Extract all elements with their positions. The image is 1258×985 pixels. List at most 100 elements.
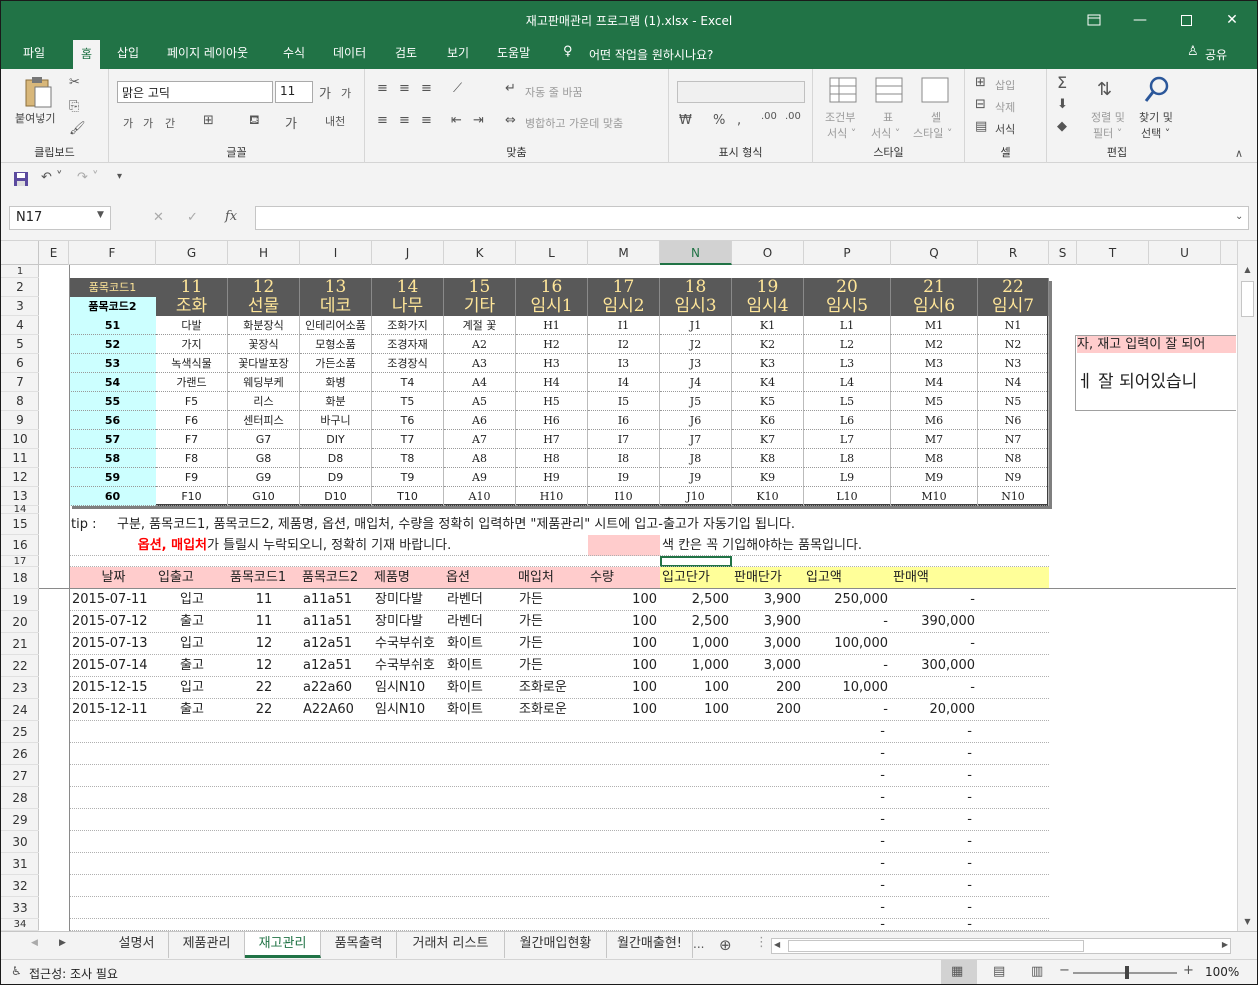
row-header-20[interactable]: 20 <box>1 611 39 633</box>
paste-icon[interactable] <box>23 75 53 113</box>
phonetic-icon[interactable]: 내천 <box>325 113 345 129</box>
delete-cells-label[interactable]: 삭제 <box>995 99 1015 115</box>
insert-cells-label[interactable]: 삽입 <box>995 77 1015 93</box>
column-header-N[interactable]: N <box>660 241 732 265</box>
underline-icon[interactable]: 간 <box>165 115 175 131</box>
tab-7[interactable]: 보기 <box>439 39 477 69</box>
format-cells-icon[interactable]: ▤ <box>975 119 987 134</box>
column-header-F[interactable]: F <box>69 241 156 265</box>
sheet-tab-1[interactable]: 제품관리 <box>169 932 245 958</box>
cell-styles-icon[interactable] <box>921 77 949 107</box>
increase-decimal-icon[interactable]: .00 <box>761 111 777 122</box>
person-icon[interactable]: ♙ <box>1187 44 1199 59</box>
hscroll-right-icon[interactable]: ▶ <box>1222 940 1228 949</box>
autosum-icon[interactable]: Σ <box>1057 73 1067 92</box>
border-icon[interactable]: ⊞ <box>203 113 214 128</box>
sheet-tab-2[interactable]: 재고관리 <box>245 932 321 958</box>
row-header-21[interactable]: 21 <box>1 633 39 655</box>
find-select-label-1[interactable]: 찾기 및 <box>1139 109 1173 125</box>
cut-icon[interactable]: ✂ <box>69 75 80 90</box>
sheet-tab-6[interactable]: 월간매출현! <box>607 932 693 958</box>
ribbon-display-icon[interactable] <box>1071 1 1117 39</box>
vertical-scrollbar[interactable]: ▲ ▼ <box>1237 241 1257 931</box>
minimize-icon[interactable]: — <box>1117 1 1163 39</box>
tab-3[interactable]: 페이지 레이아웃 <box>159 39 256 69</box>
row-header-27[interactable]: 27 <box>1 765 39 787</box>
align-center-icon[interactable]: ≡ <box>399 113 410 128</box>
align-left-icon[interactable]: ≡ <box>377 113 388 128</box>
conditional-format-label-1[interactable]: 조건부 <box>825 109 855 125</box>
merge-center-label[interactable]: 병합하고 가운데 맞춤 <box>525 115 623 131</box>
column-header-I[interactable]: I <box>300 241 372 265</box>
align-bottom-icon[interactable]: ≡ <box>421 81 432 96</box>
column-header-J[interactable]: J <box>372 241 444 265</box>
grow-font-icon[interactable]: 가 <box>319 83 331 102</box>
cancel-entry-icon[interactable]: ✕ <box>153 210 164 225</box>
share-button[interactable]: 공유 <box>1205 46 1227 63</box>
row-header-9[interactable]: 9 <box>1 411 39 430</box>
formula-input[interactable] <box>255 206 1249 230</box>
worksheet-grid[interactable]: 품목코드1 품목코드2 11 12 13 14 15 16 17 18 19 20 21 22 조화 선물 데코… <box>39 265 1236 931</box>
wrap-text-label[interactable]: 자동 줄 바꿈 <box>525 84 583 100</box>
cell-styles-label-1[interactable]: 셀 <box>931 109 941 125</box>
find-select-icon[interactable] <box>1143 75 1171 109</box>
tab-4[interactable]: 수식 <box>275 39 313 69</box>
increase-indent-icon[interactable]: ⇥ <box>473 113 484 128</box>
new-sheet-icon[interactable]: ⊕ <box>719 936 732 954</box>
tab-0[interactable]: 파일 <box>15 39 53 69</box>
column-header-E[interactable]: E <box>39 241 69 265</box>
row-header-1[interactable]: 1 <box>1 265 39 278</box>
expand-formula-icon[interactable]: ⌄ <box>1235 211 1243 222</box>
orientation-icon[interactable]: ⟋ <box>453 81 462 96</box>
format-as-table-icon[interactable] <box>875 77 903 107</box>
column-header-K[interactable]: K <box>444 241 516 265</box>
accounting-icon[interactable]: ₩ <box>679 113 692 128</box>
bold-icon[interactable]: 가 <box>123 115 133 131</box>
row-header-23[interactable]: 23 <box>1 677 39 699</box>
row-header-17[interactable]: 17 <box>1 556 39 567</box>
italic-icon[interactable]: 가 <box>143 115 153 131</box>
scroll-up-icon[interactable]: ▲ <box>1240 265 1255 277</box>
zoom-out-icon[interactable]: − <box>1059 963 1070 978</box>
select-all-corner[interactable] <box>1 241 39 265</box>
row-header-18[interactable]: 18 <box>1 567 39 589</box>
row-header-24[interactable]: 24 <box>1 699 39 721</box>
row-header-6[interactable]: 6 <box>1 354 39 373</box>
split-handle-icon[interactable]: ⋮ <box>755 935 768 950</box>
column-header-U[interactable]: U <box>1149 241 1221 265</box>
number-format-select[interactable] <box>677 81 805 103</box>
row-header-3[interactable]: 3 <box>1 297 39 316</box>
column-header-L[interactable]: L <box>516 241 588 265</box>
format-as-table-label-1[interactable]: 표 <box>883 109 893 125</box>
sort-filter-label-2[interactable]: 필터 ˅ <box>1093 125 1122 141</box>
align-right-icon[interactable]: ≡ <box>421 113 432 128</box>
decrease-indent-icon[interactable]: ⇤ <box>451 113 462 128</box>
comma-icon[interactable]: , <box>737 113 741 128</box>
zoom-in-icon[interactable]: + <box>1183 963 1194 978</box>
row-header-19[interactable]: 19 <box>1 589 39 611</box>
font-color-icon[interactable]: 가 <box>285 113 297 132</box>
insert-cells-icon[interactable]: ⊞ <box>975 75 986 90</box>
tab-1[interactable]: 홈 <box>73 39 101 69</box>
horizontal-scroll-thumb[interactable] <box>788 940 1084 952</box>
column-header-M[interactable]: M <box>588 241 660 265</box>
row-header-11[interactable]: 11 <box>1 449 39 468</box>
align-top-icon[interactable]: ≡ <box>377 81 388 96</box>
sheet-tab-3[interactable]: 품목출력 <box>321 932 397 958</box>
row-header-7[interactable]: 7 <box>1 373 39 392</box>
sheet-scroll-left-icon[interactable]: ◀ <box>31 938 38 948</box>
format-painter-icon[interactable]: 🖌 <box>69 121 86 136</box>
sheet-tab-4[interactable]: 거래처 리스트 <box>397 932 505 958</box>
row-header-30[interactable]: 30 <box>1 831 39 853</box>
font-name-select[interactable]: 맑은 고딕 <box>117 81 273 103</box>
copy-icon[interactable]: ⎘ <box>69 99 79 114</box>
zoom-level[interactable]: 100% <box>1205 965 1239 979</box>
format-as-table-label-2[interactable]: 서식 ˅ <box>871 125 900 141</box>
name-box[interactable]: N17 <box>9 206 111 230</box>
percent-icon[interactable]: % <box>713 113 725 128</box>
row-header-29[interactable]: 29 <box>1 809 39 831</box>
delete-cells-icon[interactable]: ⊟ <box>975 97 986 112</box>
row-header-8[interactable]: 8 <box>1 392 39 411</box>
column-header-G[interactable]: G <box>156 241 228 265</box>
row-header-22[interactable]: 22 <box>1 655 39 677</box>
